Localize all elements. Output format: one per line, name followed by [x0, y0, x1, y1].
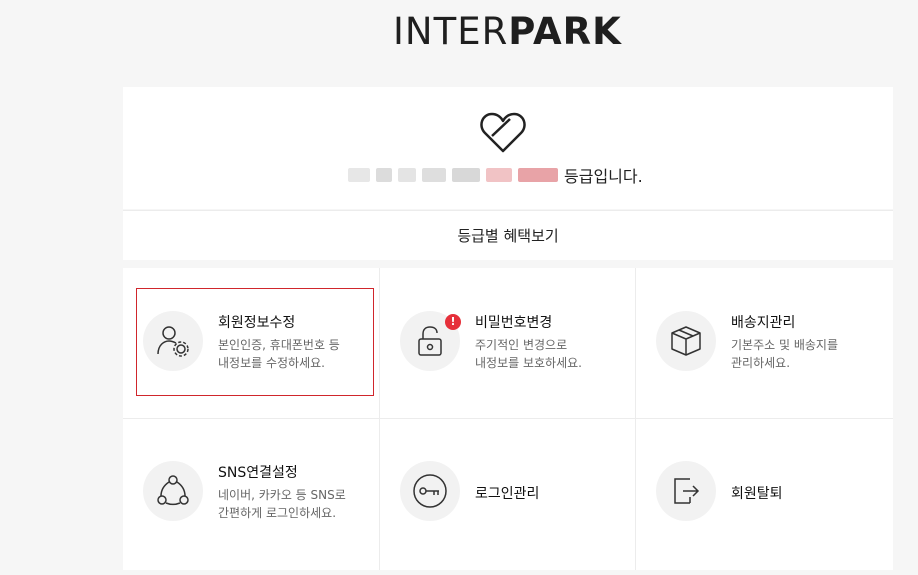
menu-title: 로그인관리: [475, 486, 540, 502]
menu-password[interactable]: ! 비밀번호변경 주기적인 변경으로 내정보를 보호하세요.: [379, 268, 635, 418]
menu-title: 회원정보수정: [218, 315, 296, 331]
grade-suffix: 등급입니다.: [564, 167, 643, 186]
menu-title: 배송지관리: [731, 315, 796, 331]
heart-icon: [480, 112, 526, 153]
key-icon: [400, 461, 460, 521]
logo-inter: INTER: [393, 10, 509, 53]
menu-withdraw[interactable]: 회원탈퇴: [635, 418, 893, 570]
grade-benefit-button[interactable]: 등급별 혜택보기: [123, 210, 893, 260]
menu-desc: 주기적인 변경으로 내정보를 보호하세요.: [475, 338, 582, 370]
menu-login[interactable]: 로그인관리: [379, 418, 635, 570]
interpark-logo[interactable]: INTERPARK: [393, 13, 625, 50]
share-nodes-icon: [143, 461, 203, 521]
grade-message: 등급입니다.: [348, 163, 643, 187]
menu-desc: 본인인증, 휴대폰번호 등 내정보를 수정하세요.: [218, 338, 340, 370]
menu-desc: 기본주소 및 배송지를 관리하세요.: [731, 338, 838, 370]
exit-icon: [656, 461, 716, 521]
user-gear-icon: [143, 311, 203, 371]
alert-badge: !: [445, 314, 461, 330]
menu-title: 비밀번호변경: [475, 315, 553, 331]
menu-shipping[interactable]: 배송지관리 기본주소 및 배송지를 관리하세요.: [635, 268, 893, 418]
menu-title: SNS연결설정: [218, 465, 298, 481]
menu-desc: 네이버, 카카오 등 SNS로 간편하게 로그인하세요.: [218, 488, 346, 520]
menu-title: 회원탈퇴: [731, 486, 783, 502]
box-icon: [656, 311, 716, 371]
blurred-username: [348, 168, 558, 182]
benefit-label: 등급별 혜택보기: [457, 227, 559, 245]
menu-member-info[interactable]: 회원정보수정 본인인증, 휴대폰번호 등 내정보를 수정하세요.: [123, 268, 379, 418]
menu-sns[interactable]: SNS연결설정 네이버, 카카오 등 SNS로 간편하게 로그인하세요.: [123, 418, 379, 570]
account-menu-grid: 회원정보수정 본인인증, 휴대폰번호 등 내정보를 수정하세요. ! 비밀번호변…: [123, 268, 893, 570]
logo-park: PARK: [508, 10, 622, 53]
